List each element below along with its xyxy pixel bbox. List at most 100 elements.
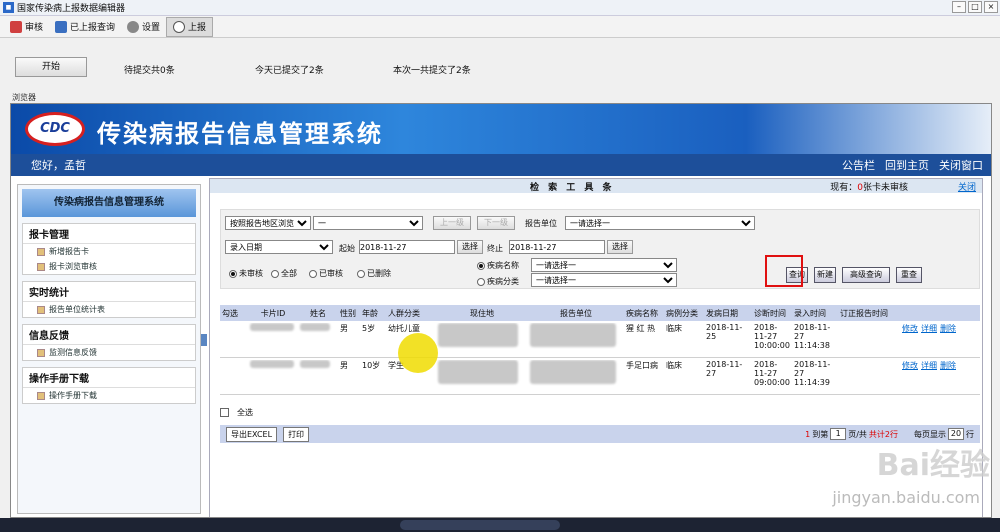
radio-disease-name[interactable]: 疾病名称 (477, 260, 519, 271)
home-link[interactable]: 回到主页 (885, 157, 929, 173)
date-type-select[interactable]: 录入日期 (225, 240, 333, 254)
radio-dot (271, 269, 279, 278)
address-cell (436, 360, 528, 386)
sidebar-section-header[interactable]: 信息反馈 (23, 325, 195, 345)
per-page-input[interactable]: 20 (948, 428, 964, 440)
select-all[interactable]: 全选 (220, 407, 253, 418)
page-input[interactable]: 1 (830, 428, 847, 440)
pending-count: 待提交共0条 (124, 66, 175, 76)
start-date-input[interactable] (359, 240, 455, 254)
col-header: 性别 (340, 308, 356, 318)
region-select[interactable]: 一 (313, 216, 423, 230)
report-unit-cell (528, 323, 624, 349)
pager-bar: 导出EXCEL 打印 1 到第 1 页/共 共计2行 每页显示 20 行 (220, 425, 980, 443)
end-date-input[interactable] (509, 240, 605, 254)
embedded-browser: CDC 传染病报告信息管理系统 您好，孟哲 公告栏 回到主页 关闭窗口 传染病报… (10, 103, 992, 518)
user-greeting: 您好，孟哲 (31, 159, 86, 172)
col-header: 人群分类 (388, 308, 420, 318)
toolbar-settings[interactable]: 设置 (121, 17, 166, 37)
minimize-button[interactable]: – (952, 1, 966, 13)
detail-link[interactable]: 详细 (921, 323, 937, 334)
blurred-value (250, 323, 294, 331)
radio-dot (477, 261, 485, 270)
toolbar-upload[interactable]: 上报 (166, 16, 214, 37)
advanced-query-button[interactable]: 高级查询 (842, 267, 890, 283)
report-unit-select[interactable]: 一请选择一 (565, 216, 755, 230)
toolbar-query[interactable]: 已上报查询 (49, 17, 121, 37)
maximize-button[interactable]: □ (968, 1, 982, 13)
age-cell: 5岁 (362, 324, 376, 333)
diag-cell: 2018-11-27 10:00:00 (754, 323, 790, 350)
edit-link[interactable]: 修改 (902, 360, 918, 371)
table-row[interactable]: 男 10岁 学生 手足口病 临床 2018-11-27 2018-11-27 0… (220, 358, 980, 395)
baidu-watermark-url: jingyan.baidu.com (832, 488, 980, 507)
radio-all[interactable]: 全部 (271, 268, 297, 279)
table-row[interactable]: 男 5岁 幼托儿童 猩 红 热 临床 2018-11-25 2018-11-27… (220, 321, 980, 358)
main-toolbar: 审核 已上报查询 设置 上报 (0, 16, 1000, 38)
blurred-value (438, 323, 518, 347)
toolbar-audit[interactable]: 审核 (4, 17, 49, 37)
rows-suffix: 行 (966, 429, 974, 439)
start-button[interactable]: 开始 (15, 57, 87, 77)
case-type-cell: 临床 (666, 361, 682, 370)
radio-label: 疾病分类 (487, 277, 519, 286)
blurred-value (250, 360, 294, 368)
sidebar-item-unit-stats[interactable]: 报告单位统计表 (23, 302, 195, 317)
down-level-button[interactable]: 下一级 (477, 216, 515, 230)
radio-disease-category[interactable]: 疾病分类 (477, 276, 519, 287)
edit-link[interactable]: 修改 (902, 323, 918, 334)
disease-name-select[interactable]: 一请选择一 (531, 258, 677, 272)
notice-board-link[interactable]: 公告栏 (842, 157, 875, 173)
detail-link[interactable]: 详细 (921, 360, 937, 371)
playback-controls[interactable] (400, 520, 560, 530)
delete-link[interactable]: 删除 (940, 360, 956, 371)
radio-unreviewed[interactable]: 未审核 (229, 268, 263, 279)
sidebar: 传染病报告信息管理系统 报卡管理 新增报告卡 报卡浏览审核 实时统计 报告单位统… (17, 184, 201, 514)
disease-category-select[interactable]: 一请选择一 (531, 273, 677, 287)
col-header: 现住地 (470, 308, 494, 318)
unreviewed-prefix: 现有： (830, 182, 858, 193)
sex-cell: 男 (340, 324, 348, 333)
unreviewed-suffix: 张卡未审核 (862, 182, 908, 193)
new-button[interactable]: 新建 (814, 267, 836, 283)
total-rows: 共计2行 (868, 429, 898, 439)
sidebar-collapse-handle[interactable] (201, 334, 207, 346)
sidebar-item-manual-download[interactable]: 操作手册下载 (23, 388, 195, 403)
region-mode-select[interactable]: 按照报告地区浏览 (225, 216, 311, 230)
start-date-pick-button[interactable]: 选择 (457, 240, 483, 254)
reset-button[interactable]: 重查 (896, 267, 922, 283)
end-date-pick-button[interactable]: 选择 (607, 240, 633, 254)
close-search-link[interactable]: 关闭 (958, 180, 976, 193)
edit-icon (37, 391, 45, 400)
cursor-highlight (398, 333, 438, 373)
col-header: 卡片ID (260, 308, 286, 318)
video-control-bar (0, 518, 1000, 532)
col-header: 年龄 (362, 308, 378, 318)
close-window-link[interactable]: 关闭窗口 (939, 157, 983, 173)
up-level-button[interactable]: 上一级 (433, 216, 471, 230)
group-cell: 幼托儿童 (388, 324, 420, 333)
export-excel-button[interactable]: 导出EXCEL (226, 426, 278, 442)
sidebar-section-header[interactable]: 实时统计 (23, 282, 195, 302)
sidebar-item-new-card[interactable]: 新增报告卡 (23, 244, 195, 259)
select-all-checkbox[interactable] (220, 408, 229, 417)
system-banner: CDC 传染病报告信息管理系统 (11, 104, 991, 154)
sidebar-section-stats: 实时统计 报告单位统计表 (22, 281, 196, 318)
sidebar-item-monitor-feedback[interactable]: 监测信息反馈 (23, 345, 195, 360)
col-header: 病例分类 (666, 308, 698, 318)
sidebar-section-feedback: 信息反馈 监测信息反馈 (22, 324, 196, 361)
sidebar-section-card-management: 报卡管理 新增报告卡 报卡浏览审核 (22, 223, 196, 275)
sidebar-section-header[interactable]: 报卡管理 (23, 224, 195, 244)
delete-link[interactable]: 删除 (940, 323, 956, 334)
close-window-button[interactable]: × (984, 1, 998, 13)
sidebar-section-manual: 操作手册下载 操作手册下载 (22, 367, 196, 404)
blurred-value (300, 323, 330, 331)
sidebar-item-card-review[interactable]: 报卡浏览审核 (23, 259, 195, 274)
entry-cell: 2018-11-27 11:14:38 (794, 323, 831, 350)
goto-label: 到第 (812, 429, 829, 439)
radio-reviewed[interactable]: 已审核 (309, 268, 343, 279)
radio-deleted[interactable]: 已删除 (357, 268, 391, 279)
print-button[interactable]: 打印 (283, 426, 310, 442)
sidebar-section-header[interactable]: 操作手册下载 (23, 368, 195, 388)
edit-icon (37, 305, 45, 314)
